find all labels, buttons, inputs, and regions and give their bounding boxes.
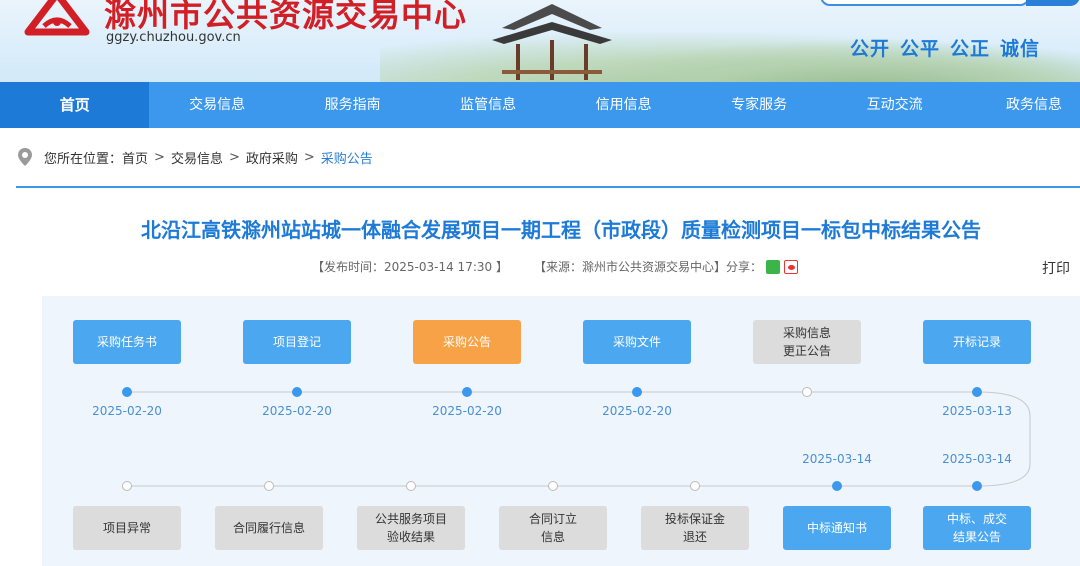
breadcrumb-prefix: 您所在位置： <box>44 151 123 167</box>
search-button[interactable] <box>1026 0 1080 6</box>
breadcrumb: 您所在位置： 首页 > 交易信息 > 政府采购 > 采购公告 <box>16 147 373 167</box>
slogan-item: 公开 <box>850 38 891 60</box>
nav-item-gov-affairs[interactable]: 政务信息 <box>962 82 1080 128</box>
main-nav: 首页 交易信息 服务指南 监管信息 信用信息 专家服务 互动交流 政务信息 <box>0 82 1080 128</box>
header-banner: 滁州市公共资源交易中心 ggzy.chuzhou.gov.cn 公开 公平 公正 诚信 <box>0 0 1080 82</box>
nav-item-home[interactable]: 首页 <box>0 82 150 128</box>
weibo-share-icon[interactable] <box>783 259 798 274</box>
flow-step-button[interactable]: 中标通知书 <box>783 506 891 550</box>
site-domain: ggzy.chuzhou.gov.cn <box>106 30 241 45</box>
print-button[interactable]: 打印 <box>1042 258 1070 278</box>
article-source: 【来源：滁州市公共资源交易中心】 <box>533 260 726 274</box>
nav-item-credit[interactable]: 信用信息 <box>556 82 691 128</box>
process-flow: 采购任务书 2025-02-20 项目登记 2025-02-20 采购公告 2025-02… <box>42 296 1080 566</box>
flow-step-dot <box>264 481 274 491</box>
breadcrumb-link-gov-procurement[interactable]: 政府采购 <box>246 148 298 167</box>
flow-step-button[interactable]: 采购任务书 <box>73 320 181 364</box>
breadcrumb-link-trade-info[interactable]: 交易信息 <box>171 148 223 167</box>
flow-step-date: 2025-03-14 <box>942 452 1012 466</box>
search-input[interactable] <box>820 0 1030 6</box>
flow-step-dot <box>406 481 416 491</box>
flow-step-date: 2025-03-13 <box>942 404 1012 418</box>
flow-step-date: 2025-02-20 <box>432 404 502 418</box>
article-title: 北沿江高铁滁州站站城一体融合发展项目一期工程（市政段）质量检测项目一标包中标结果… <box>141 218 981 242</box>
flow-step-button[interactable]: 公共服务项目 验收结果 <box>357 506 465 550</box>
article-panel: 北沿江高铁滁州站站城一体融合发展项目一期工程（市政段）质量检测项目一标包中标结果… <box>16 186 1080 566</box>
flow-step-button[interactable]: 项目异常 <box>73 506 181 550</box>
slogan-item: 诚信 <box>1000 38 1041 60</box>
wechat-share-icon[interactable] <box>765 259 780 274</box>
flow-step-button[interactable]: 合同履行信息 <box>215 506 323 550</box>
flow-step-dot <box>972 387 982 397</box>
flow-step-date: 2025-02-20 <box>92 404 162 418</box>
nav-item-supervision[interactable]: 监管信息 <box>420 82 555 128</box>
pavilion-image <box>492 4 612 80</box>
flow-step-button[interactable]: 投标保证金 退还 <box>641 506 749 550</box>
breadcrumb-separator: > <box>303 149 315 165</box>
flow-step-dot <box>548 481 558 491</box>
slogan: 公开 公平 公正 诚信 <box>850 34 1050 61</box>
location-pin-icon <box>18 148 32 166</box>
flow-step-button[interactable]: 采购公告 <box>413 320 521 364</box>
nav-item-expert[interactable]: 专家服务 <box>691 82 826 128</box>
flow-step-button[interactable]: 项目登记 <box>243 320 351 364</box>
flow-step-dot <box>690 481 700 491</box>
flow-step-dot <box>632 387 642 397</box>
flow-step-button[interactable]: 采购文件 <box>583 320 691 364</box>
flow-step-dot <box>832 481 842 491</box>
flow-step-dot <box>292 387 302 397</box>
site-logo-icon[interactable] <box>24 0 90 44</box>
flow-step-button[interactable]: 开标记录 <box>923 320 1031 364</box>
slogan-item: 公正 <box>950 38 991 60</box>
breadcrumb-separator: > <box>154 149 165 165</box>
flow-step-button[interactable]: 合同订立 信息 <box>499 506 607 550</box>
nav-item-trade-info[interactable]: 交易信息 <box>149 82 284 128</box>
flow-step-date: 2025-03-14 <box>802 452 872 466</box>
share-label: 分享： <box>725 260 762 274</box>
nav-item-interaction[interactable]: 互动交流 <box>827 82 962 128</box>
slogan-item: 公平 <box>900 38 941 60</box>
breadcrumb-separator: > <box>228 149 240 165</box>
flow-step-dot <box>462 387 472 397</box>
flow-step-button[interactable]: 采购信息 更正公告 <box>753 320 861 364</box>
nav-item-service-guide[interactable]: 服务指南 <box>285 82 420 128</box>
breadcrumb-link-home[interactable]: 首页 <box>122 148 148 167</box>
flow-step-date: 2025-02-20 <box>262 404 332 418</box>
flow-step-dot <box>122 481 132 491</box>
flow-step-dot <box>972 481 982 491</box>
flow-step-button[interactable]: 中标、成交 结果公告 <box>923 506 1031 550</box>
breadcrumb-current[interactable]: 采购公告 <box>321 148 373 167</box>
publish-time: 【发布时间：2025-03-14 17:30 】 <box>312 260 508 274</box>
flow-step-dot <box>802 387 812 397</box>
flow-step-date: 2025-02-20 <box>602 404 672 418</box>
article-meta: 【发布时间：2025-03-14 17:30 】 【来源：滁州市公共资源交易中心… <box>312 258 798 275</box>
flow-step-dot <box>122 387 132 397</box>
